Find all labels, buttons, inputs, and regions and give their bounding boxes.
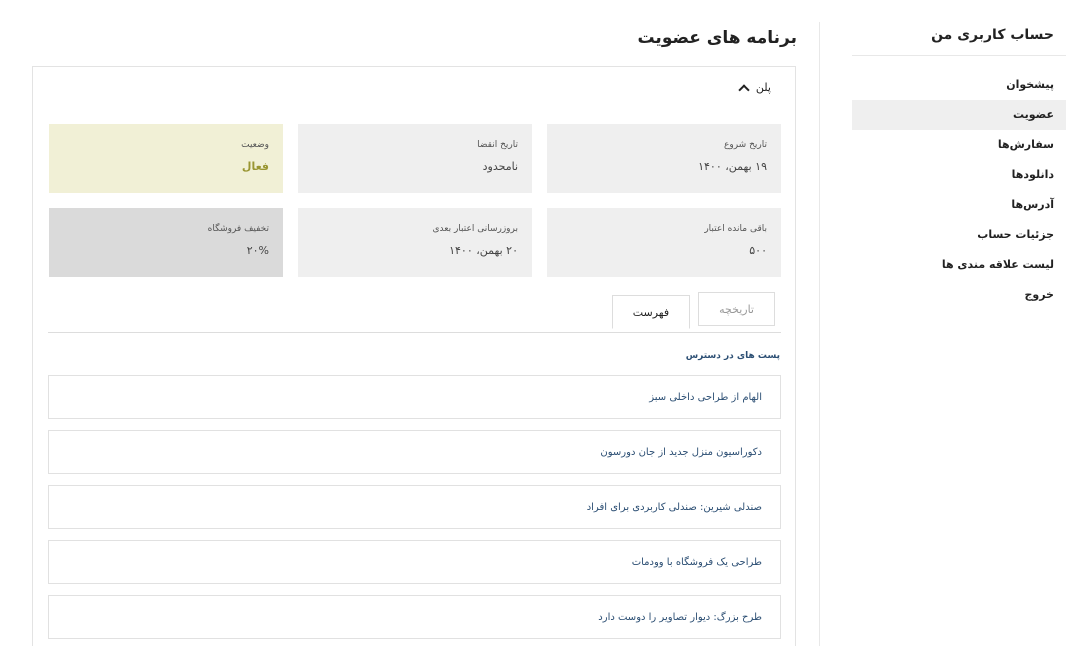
next-credit-update-card: بروزرسانی اعتبار بعدی ۲۰ بهمن، ۱۴۰۰ xyxy=(298,208,532,277)
vertical-divider xyxy=(819,22,820,646)
plan-label: پلن xyxy=(755,81,771,94)
tabs-divider xyxy=(48,332,781,333)
next-credit-update-label: بروزرسانی اعتبار بعدی xyxy=(432,224,518,234)
plan-toggle[interactable]: پلن xyxy=(738,81,771,96)
sidebar-item-downloads[interactable]: دانلودها xyxy=(852,160,1066,190)
post-item[interactable]: الهام از طراحی داخلی سبز xyxy=(48,375,781,419)
status-badge: فعال xyxy=(241,160,269,173)
chevron-up-icon xyxy=(738,83,750,96)
sidebar-item-dashboard[interactable]: پیشخوان xyxy=(852,70,1066,100)
membership-panel: پلن تاریخ شروع ۱۹ بهمن، ۱۴۰۰ تاریخ انقضا… xyxy=(32,66,796,646)
sidebar-item-addresses[interactable]: آدرس‌ها xyxy=(852,190,1066,220)
status-label: وضعیت xyxy=(241,140,269,150)
sidebar-item-orders[interactable]: سفارش‌ها xyxy=(852,130,1066,160)
sidebar-nav: پیشخوان عضویت سفارش‌ها دانلودها آدرس‌ها … xyxy=(852,70,1066,310)
page-title: برنامه های عضویت xyxy=(637,28,797,48)
start-date-value: ۱۹ بهمن، ۱۴۰۰ xyxy=(698,160,767,173)
expiry-date-card: تاریخ انقضا نامحدود xyxy=(298,124,532,193)
remaining-credit-label: باقی مانده اعتبار xyxy=(704,224,767,234)
sidebar-title: حساب کاربری من xyxy=(852,22,1066,56)
account-sidebar: حساب کاربری من پیشخوان عضویت سفارش‌ها دا… xyxy=(852,22,1066,310)
post-item[interactable]: طراحی یک فروشگاه با وودمات xyxy=(48,540,781,584)
expiry-date-label: تاریخ انقضا xyxy=(477,140,518,150)
sidebar-item-wishlist[interactable]: لیست علاقه مندی ها xyxy=(852,250,1066,280)
store-discount-label: تخفیف فروشگاه xyxy=(207,224,269,234)
post-item[interactable]: دکوراسیون منزل جدید از جان دورسون xyxy=(48,430,781,474)
sidebar-item-membership[interactable]: عضویت xyxy=(852,100,1066,130)
store-discount-value: ۲۰% xyxy=(246,244,269,257)
next-credit-update-value: ۲۰ بهمن، ۱۴۰۰ xyxy=(449,244,518,257)
sidebar-item-logout[interactable]: خروج xyxy=(852,280,1066,310)
plan-info-grid: تاریخ شروع ۱۹ بهمن، ۱۴۰۰ تاریخ انقضا نام… xyxy=(48,124,781,277)
store-discount-card: تخفیف فروشگاه ۲۰% xyxy=(49,208,283,277)
status-card: وضعیت فعال xyxy=(49,124,283,193)
available-posts-title: پست های در دسترس xyxy=(685,351,780,361)
post-item[interactable]: طرح بزرگ: دیوار تصاویر را دوست دارد xyxy=(48,595,781,639)
sidebar-item-account-details[interactable]: جزئیات حساب xyxy=(852,220,1066,250)
remaining-credit-value: ۵۰۰ xyxy=(749,244,767,257)
expiry-date-value: نامحدود xyxy=(482,160,518,173)
tab-history[interactable]: تاریخچه xyxy=(698,292,775,326)
start-date-label: تاریخ شروع xyxy=(724,140,767,150)
tab-index[interactable]: فهرست xyxy=(611,295,691,329)
post-item[interactable]: صندلی شیرین: صندلی کاربردی برای افراد xyxy=(48,485,781,529)
posts-list: الهام از طراحی داخلی سبز دکوراسیون منزل … xyxy=(48,375,781,646)
content-tabs: تاریخچه فهرست xyxy=(611,292,775,329)
start-date-card: تاریخ شروع ۱۹ بهمن، ۱۴۰۰ xyxy=(547,124,781,193)
remaining-credit-card: باقی مانده اعتبار ۵۰۰ xyxy=(547,208,781,277)
